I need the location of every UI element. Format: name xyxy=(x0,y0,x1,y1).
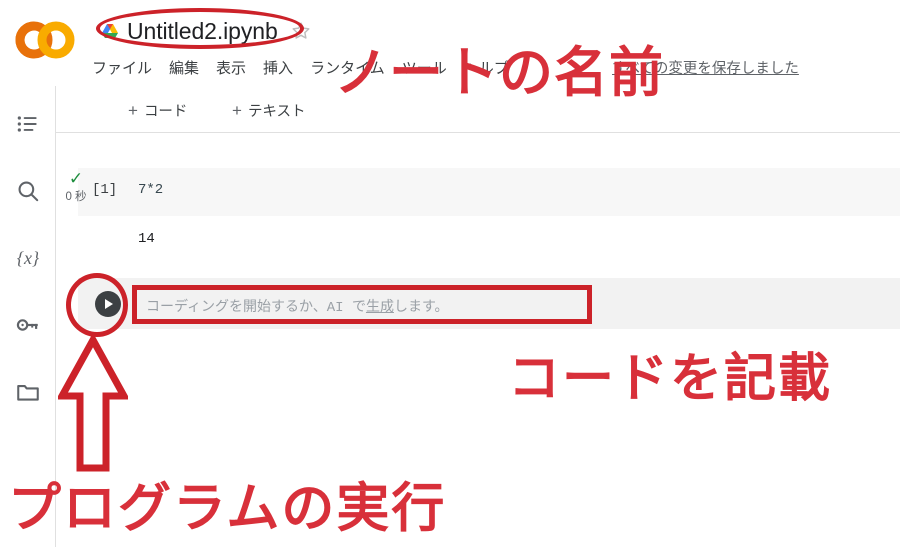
sidebar-item-table-of-contents[interactable] xyxy=(8,104,48,144)
green-check-icon: ✓ xyxy=(68,169,84,188)
sidebar-item-variables[interactable]: {x} xyxy=(8,238,48,278)
folder-icon xyxy=(15,379,41,405)
add-code-cell-label: コード xyxy=(143,103,188,120)
plus-icon: + xyxy=(232,100,242,120)
menu-item-insert[interactable]: 挿入 xyxy=(263,57,293,78)
placeholder-suffix: します。 xyxy=(393,300,449,316)
placeholder-prefix: コーディングを開始するか、AI で xyxy=(146,300,366,316)
menu-item-edit[interactable]: 編集 xyxy=(169,57,199,78)
add-text-cell-button[interactable]: + テキスト xyxy=(232,98,306,122)
page-title[interactable]: Untitled2.ipynb xyxy=(127,18,278,45)
execution-count: [1] xyxy=(92,182,118,198)
svg-text:{x}: {x} xyxy=(17,248,40,268)
code-cell-1-gutter[interactable]: ✓ 0 秒 xyxy=(56,169,96,216)
code-cell-1-source[interactable]: 7*2 xyxy=(138,182,163,198)
sidebar-divider xyxy=(55,86,56,547)
annotation-up-arrow xyxy=(56,332,130,474)
google-drive-icon xyxy=(100,21,120,41)
menu-item-help[interactable]: ヘルプ xyxy=(464,57,509,78)
sidebar-item-secrets[interactable] xyxy=(8,305,48,345)
run-cell-button[interactable] xyxy=(95,291,121,317)
cell-run-time: 0 秒 xyxy=(65,191,87,203)
variables-braces-icon: {x} xyxy=(13,245,43,271)
play-icon xyxy=(105,299,113,309)
list-icon xyxy=(15,111,41,137)
code-cell-1-output: 14 xyxy=(138,231,155,247)
plus-icon: + xyxy=(128,100,138,120)
key-icon xyxy=(15,312,41,338)
generate-with-ai-link[interactable]: 生成 xyxy=(366,300,394,316)
save-status-text[interactable]: すべての変更を保存しました xyxy=(612,57,799,78)
menu-item-view[interactable]: 表示 xyxy=(216,57,246,78)
menu-item-file[interactable]: ファイル xyxy=(92,57,152,78)
menu-item-tools[interactable]: ツール xyxy=(402,57,447,78)
notebook-title-row[interactable]: Untitled2.ipynb xyxy=(100,14,312,48)
menu-bar: ファイル 編集 表示 挿入 ランタイム ツール ヘルプ xyxy=(92,55,526,79)
add-text-cell-label: テキスト xyxy=(247,103,306,120)
notebook-toolbar: + コード + テキスト xyxy=(56,86,900,132)
app-header: Untitled2.ipynb ファイル 編集 表示 挿入 ランタイム ツール … xyxy=(0,0,900,86)
add-code-cell-button[interactable]: + コード xyxy=(128,98,187,122)
colab-notebook-screenshot: Untitled2.ipynb ファイル 編集 表示 挿入 ランタイム ツール … xyxy=(0,0,900,547)
code-cell-1[interactable] xyxy=(78,168,900,216)
sidebar-item-find-and-replace[interactable] xyxy=(8,171,48,211)
sidebar-item-files[interactable] xyxy=(8,372,48,412)
toolbar-divider xyxy=(56,132,900,133)
annotation-write-code-label: コードを記載 xyxy=(508,350,833,408)
colab-logo-icon[interactable] xyxy=(14,18,76,62)
left-sidebar: {x} xyxy=(0,86,55,547)
code-cell-2-placeholder[interactable]: コーディングを開始するか、AI で生成します。 xyxy=(146,296,449,316)
star-outline-icon[interactable] xyxy=(290,20,312,42)
annotation-run-program-label: プログラムの実行 xyxy=(8,479,447,538)
menu-item-runtime[interactable]: ランタイム xyxy=(310,57,385,78)
search-icon xyxy=(15,178,41,204)
